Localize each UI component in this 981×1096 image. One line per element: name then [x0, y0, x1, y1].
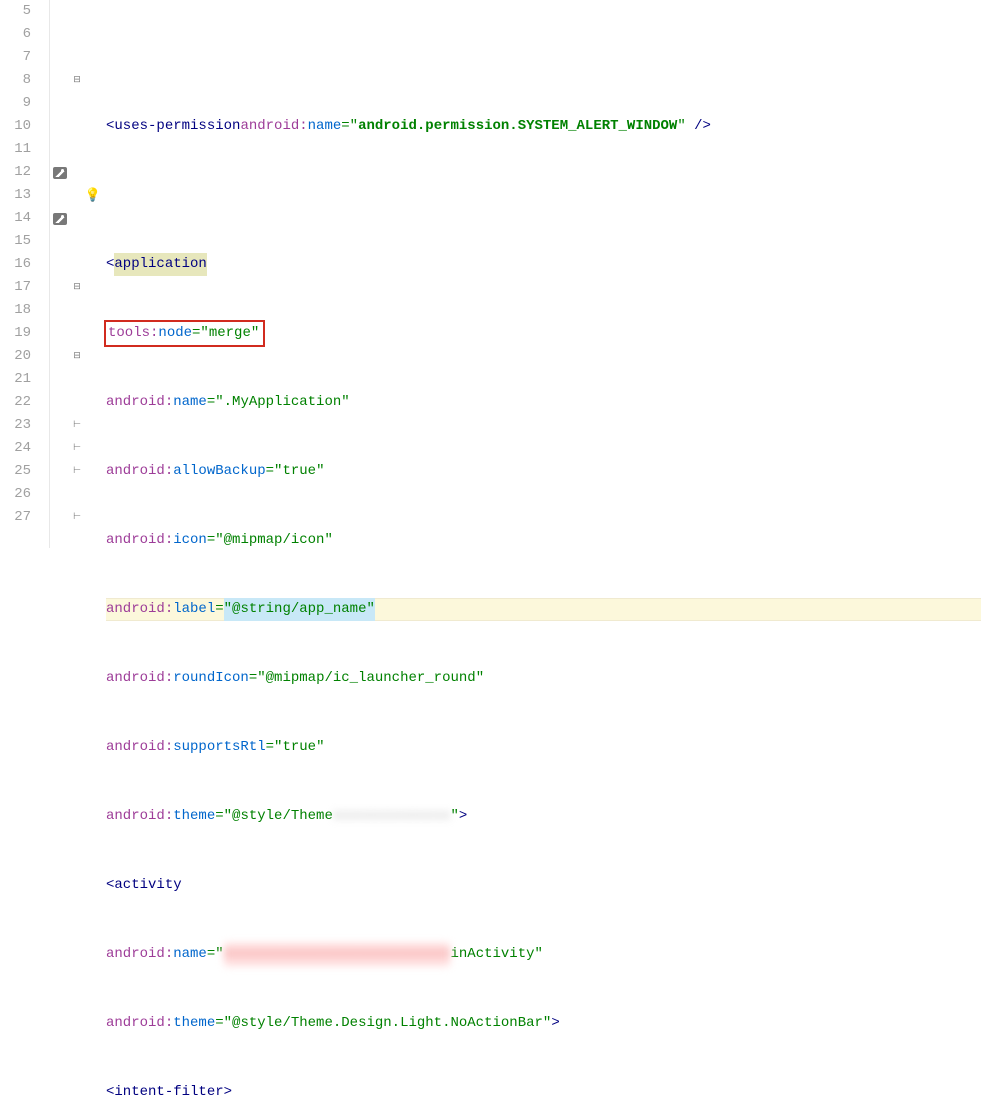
- redacted-text: xxxxxxxxxxxxxx: [333, 805, 451, 828]
- line-number: 24: [0, 437, 31, 460]
- code-line[interactable]: <activity: [106, 874, 981, 897]
- code-line[interactable]: <uses-permission android:name="android.p…: [106, 115, 981, 138]
- code-line[interactable]: android:roundIcon="@mipmap/ic_launcher_r…: [106, 667, 981, 690]
- line-number-gutter: 5 6 7 8 9 10 11 12 13 14 15 16 17 18 19 …: [0, 0, 50, 548]
- line-number: 5: [0, 0, 31, 23]
- fold-toggle[interactable]: ⊟: [70, 276, 84, 299]
- line-number: 6: [0, 23, 31, 46]
- line-number: 17: [0, 276, 31, 299]
- line-number: 13: [0, 184, 31, 207]
- lightbulb-icon[interactable]: 💡: [85, 184, 101, 207]
- line-number: 14: [0, 207, 31, 230]
- highlighted-attribute-box: tools:node="merge": [104, 320, 265, 347]
- code-line[interactable]: tools:node="merge": [106, 322, 981, 345]
- image-icon[interactable]: [53, 167, 67, 179]
- code-area[interactable]: <uses-permission android:name="android.p…: [102, 0, 981, 548]
- line-number: 27: [0, 506, 31, 529]
- code-line-current[interactable]: android:label="@string/app_name": [106, 598, 981, 621]
- code-line[interactable]: [106, 184, 981, 207]
- code-line[interactable]: android:name=".MyApplication": [106, 391, 981, 414]
- fold-end: ⊢: [70, 437, 84, 460]
- line-number: 7: [0, 46, 31, 69]
- fold-toggle[interactable]: ⊟: [70, 345, 84, 368]
- line-number: 18: [0, 299, 31, 322]
- line-number: 26: [0, 483, 31, 506]
- fold-end: ⊢: [70, 460, 84, 483]
- line-number: 15: [0, 230, 31, 253]
- inspection-gutter: 💡: [84, 0, 102, 548]
- code-line[interactable]: android:icon="@mipmap/icon": [106, 529, 981, 552]
- line-number: 11: [0, 138, 31, 161]
- image-icon[interactable]: [53, 213, 67, 225]
- code-line[interactable]: android:theme="@style/Themexxxxxxxxxxxxx…: [106, 805, 981, 828]
- fold-gutter: ⊟ ⊟ ⊟ ⊢ ⊢ ⊢ ⊢: [70, 0, 84, 548]
- code-editor[interactable]: 5 6 7 8 9 10 11 12 13 14 15 16 17 18 19 …: [0, 0, 981, 548]
- code-line[interactable]: android:allowBackup="true": [106, 460, 981, 483]
- line-number: 21: [0, 368, 31, 391]
- line-number: 22: [0, 391, 31, 414]
- code-line[interactable]: android:theme="@style/Theme.Design.Light…: [106, 1012, 981, 1035]
- code-line[interactable]: <intent-filter>: [106, 1081, 981, 1096]
- code-line[interactable]: [106, 46, 981, 69]
- line-number: 20: [0, 345, 31, 368]
- fold-toggle[interactable]: ⊟: [70, 69, 84, 92]
- line-number: 10: [0, 115, 31, 138]
- code-line[interactable]: android:name="xxxxxxxxxxxxxxxxxxxxxxxxxx…: [106, 943, 981, 966]
- redacted-text: xxxxxxxxxxxxxxxxxxxxxxxxxxx: [224, 943, 451, 966]
- line-number: 9: [0, 92, 31, 115]
- code-line[interactable]: android:supportsRtl="true": [106, 736, 981, 759]
- gutter-icons: [50, 0, 70, 548]
- line-number: 19: [0, 322, 31, 345]
- fold-end: ⊢: [70, 506, 84, 529]
- line-number: 25: [0, 460, 31, 483]
- code-line[interactable]: <application: [106, 253, 981, 276]
- line-number: 23: [0, 414, 31, 437]
- line-number: 12: [0, 161, 31, 184]
- line-number: 16: [0, 253, 31, 276]
- line-number: 8: [0, 69, 31, 92]
- fold-end: ⊢: [70, 414, 84, 437]
